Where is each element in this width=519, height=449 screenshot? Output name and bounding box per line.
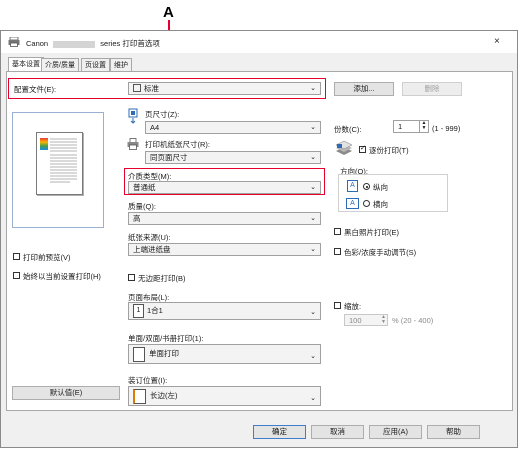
manual-color-label: 色彩/浓度手动调节(S) [344, 248, 417, 257]
defaults-button[interactable]: 默认值(E) [12, 386, 120, 400]
portrait-radio[interactable] [363, 183, 370, 190]
printer-paper-size-label: 打印机纸张尺寸(R): [145, 140, 210, 149]
always-current-label: 始终以当前设置打印(H) [23, 272, 101, 281]
page-preview-paper [36, 132, 83, 195]
chevron-down-icon: ⌄ [310, 85, 316, 92]
paper-source-label: 纸张来源(U): [128, 233, 171, 242]
always-current-checkbox[interactable] [13, 272, 20, 279]
scaling-spinner[interactable]: 100 ▲ ▼ [344, 314, 388, 326]
chevron-down-icon: ⌄ [310, 353, 316, 360]
scaling-checkbox[interactable] [334, 302, 341, 309]
binding-icon [133, 388, 146, 404]
binding-select[interactable]: 长边(左) ⌄ [128, 386, 321, 406]
print-preview-checkbox[interactable] [13, 253, 20, 260]
binding-label: 装订位置(I): [128, 376, 168, 385]
profile-select[interactable]: 标准 ⌄ [128, 82, 321, 95]
media-type-select[interactable]: 普通纸 ⌄ [128, 181, 321, 194]
chevron-down-icon: ⌄ [310, 246, 316, 253]
redacted-model-name [53, 40, 96, 48]
manual-color-checkbox[interactable] [334, 248, 341, 255]
landscape-icon: A [346, 198, 359, 209]
close-icon[interactable]: × [494, 36, 500, 47]
copies-value: 1 [398, 122, 403, 131]
page-layout-value: 1合1 [147, 306, 163, 315]
spinner-arrows-icon[interactable]: ▲ ▼ [380, 315, 387, 325]
tab-maintenance[interactable]: 维护 [110, 58, 132, 71]
chevron-down-icon: ⌄ [310, 215, 316, 222]
binding-value: 长边(左) [150, 391, 178, 400]
printer-paper-size-value: 同页面尺寸 [150, 153, 188, 162]
paper-source-value: 上端进纸盘 [133, 245, 171, 254]
chevron-down-icon: ⌄ [310, 154, 316, 161]
collate-icon [334, 139, 354, 157]
delete-profile-button[interactable]: 删除 [402, 82, 462, 96]
scaling-label: 缩放: [344, 302, 362, 311]
tab-page-setup[interactable]: 页设置 [81, 58, 110, 71]
scaling-unit: % (20 - 400) [392, 316, 434, 325]
portrait-label: 纵向 [373, 183, 388, 192]
tab-basic-settings[interactable]: 基本设置 [8, 57, 44, 72]
page-size-icon [128, 108, 138, 124]
landscape-label: 横向 [373, 200, 388, 209]
cancel-button[interactable]: 取消 [311, 425, 364, 439]
duplex-label: 单面/双面/书册打印(1): [128, 334, 204, 343]
ok-button[interactable]: 确定 [253, 425, 306, 439]
collate-checkbox[interactable] [359, 144, 366, 153]
profile-label: 配置文件(E): [14, 85, 57, 94]
duplex-value: 单面打印 [149, 349, 179, 358]
preview-color-block [40, 138, 48, 150]
page-layout-select[interactable]: 1 1合1 ⌄ [128, 302, 321, 320]
add-profile-button[interactable]: 添加... [334, 82, 394, 96]
printer-icon [8, 37, 20, 47]
paper-source-select[interactable]: 上端进纸盘 ⌄ [128, 243, 321, 256]
spinner-arrows-icon[interactable]: ▲ ▼ [419, 121, 428, 132]
page-size-select[interactable]: A4 ⌄ [145, 121, 321, 134]
printer-paper-icon [127, 138, 139, 150]
callout-a-label: A [163, 4, 174, 21]
grayscale-checkbox[interactable] [334, 228, 341, 235]
chevron-down-icon: ⌄ [310, 309, 316, 316]
quality-value: 高 [133, 214, 141, 223]
duplex-select[interactable]: 单面打印 ⌄ [128, 344, 321, 364]
portrait-icon: A [347, 180, 358, 192]
profile-value: 标准 [144, 84, 159, 93]
page-layout-icon: 1 [133, 304, 144, 319]
tab-media-quality[interactable]: 介质/质量 [41, 58, 79, 71]
copies-spinner[interactable]: 1 ▲ ▼ [393, 120, 429, 133]
media-type-value: 普通纸 [133, 183, 156, 192]
printer-paper-size-select[interactable]: 同页面尺寸 ⌄ [145, 151, 321, 164]
window-title: Canon series 打印首选项 [26, 38, 160, 49]
grayscale-label: 黑白照片打印(E) [344, 228, 399, 237]
scaling-value: 100 [349, 316, 362, 325]
chevron-down-icon: ⌄ [310, 395, 316, 402]
quality-select[interactable]: 高 ⌄ [128, 212, 321, 225]
window-title-brand: Canon [26, 39, 49, 48]
apply-button[interactable]: 应用(A) [369, 425, 422, 439]
duplex-icon [133, 346, 145, 362]
quality-label: 质量(Q): [128, 202, 156, 211]
page-size-label: 页尺寸(Z): [145, 110, 180, 119]
borderless-checkbox[interactable] [128, 274, 135, 281]
page-size-value: A4 [150, 123, 160, 132]
print-preview-label: 打印前预览(V) [23, 253, 71, 262]
collate-label: 逐份打印(T) [369, 146, 409, 155]
help-button[interactable]: 帮助 [427, 425, 480, 439]
copies-range: (1 - 999) [432, 124, 461, 133]
copies-label: 份数(C): [334, 125, 362, 134]
window-title-text: series 打印首选项 [100, 39, 160, 48]
borderless-label: 无边距打印(B) [138, 274, 186, 283]
landscape-radio[interactable] [363, 200, 370, 207]
chevron-down-icon: ⌄ [310, 184, 316, 191]
preview-text-lines [50, 138, 77, 183]
profile-icon [133, 84, 141, 92]
chevron-down-icon: ⌄ [310, 124, 316, 131]
